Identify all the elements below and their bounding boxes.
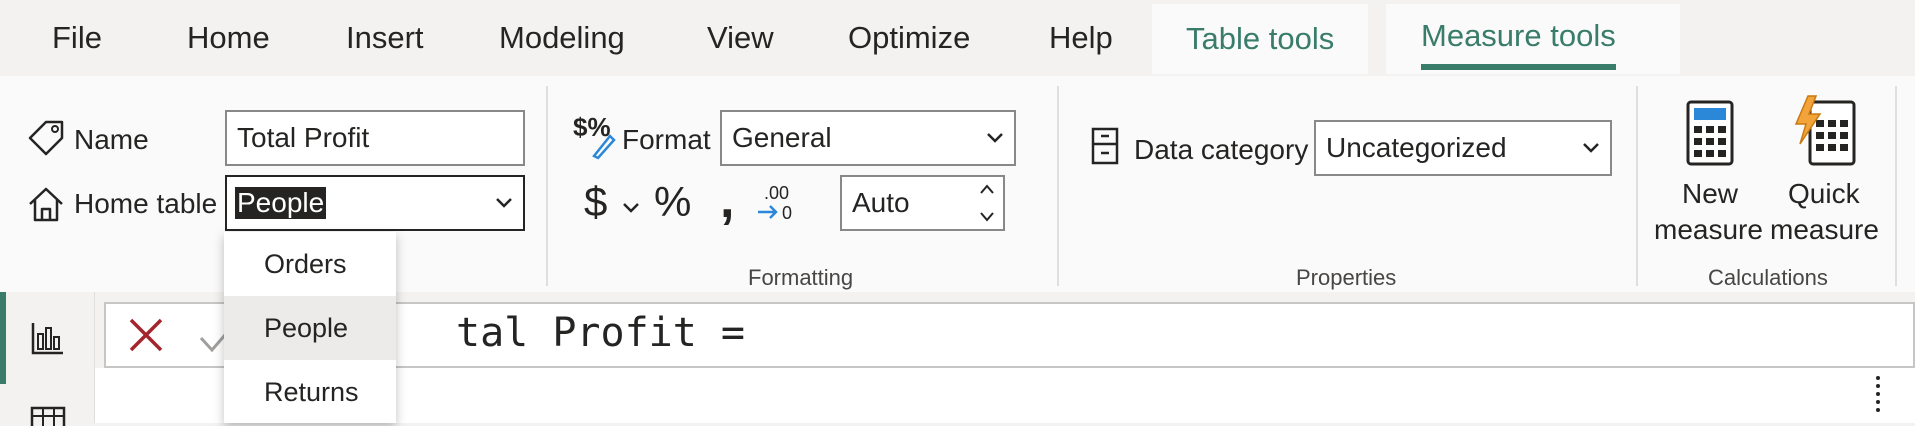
tag-icon: [28, 120, 64, 156]
ribbon-divider: [546, 86, 548, 286]
quick-measure-button[interactable]: Quick measure: [1768, 92, 1884, 262]
formatting-group-title: Formatting: [748, 265, 854, 290]
ribbon-divider: [1895, 86, 1897, 286]
tab-help[interactable]: Help: [1049, 20, 1113, 56]
home-table-select[interactable]: People: [225, 175, 525, 231]
decimal-places-stepper[interactable]: Auto: [840, 175, 1005, 231]
dropdown-option-orders[interactable]: Orders: [224, 232, 396, 296]
increase-decimal-icon[interactable]: .00 0: [756, 182, 796, 222]
quick-measure-icon: [1794, 95, 1856, 166]
name-input[interactable]: Total Profit: [225, 110, 525, 166]
name-label: Name: [74, 124, 149, 155]
svg-text:.00: .00: [764, 183, 789, 203]
format-pen-icon: [592, 134, 616, 160]
properties-group-title: Properties: [1296, 265, 1397, 290]
chevron-down-icon: [987, 133, 1003, 143]
dropdown-option-people[interactable]: People: [224, 296, 396, 360]
tab-table-tools[interactable]: Table tools: [1152, 4, 1369, 74]
home-table-value: People: [235, 187, 327, 219]
chevron-down-icon: [496, 198, 512, 208]
ribbon-divider: [1636, 86, 1638, 286]
tab-home[interactable]: Home: [187, 20, 270, 56]
active-view-indicator: [0, 292, 6, 384]
currency-button[interactable]: $: [584, 178, 607, 226]
format-value: General: [732, 122, 832, 153]
menu-bar: File Home Insert Modeling View Optimize …: [0, 0, 1915, 76]
data-category-label: Data category: [1134, 134, 1309, 165]
data-category-icon: [1091, 127, 1119, 165]
home-table-label: Home table: [74, 188, 218, 219]
format-select[interactable]: General: [720, 110, 1016, 166]
tab-optimize[interactable]: Optimize: [848, 20, 970, 56]
dropdown-option-returns[interactable]: Returns: [224, 360, 396, 424]
format-label: Format: [622, 124, 711, 155]
view-rail: [0, 292, 95, 426]
table-view-icon[interactable]: [30, 406, 66, 426]
ribbon-divider: [1057, 86, 1059, 286]
new-measure-button[interactable]: New measure: [1652, 92, 1768, 262]
quick-measure-label-1: Quick: [1788, 178, 1860, 209]
quick-measure-label-2: measure: [1770, 214, 1879, 245]
home-table-dropdown-list: Orders People Returns: [224, 232, 396, 423]
currency-chevron-down-icon[interactable]: [622, 202, 640, 214]
percent-button[interactable]: %: [654, 178, 691, 226]
tab-file[interactable]: File: [52, 20, 102, 56]
tab-modeling[interactable]: Modeling: [499, 20, 625, 56]
name-input-value: Total Profit: [237, 122, 370, 153]
calculations-group-title: Calculations: [1708, 265, 1828, 290]
data-category-value: Uncategorized: [1326, 132, 1507, 163]
svg-text:0: 0: [782, 203, 792, 222]
data-category-select[interactable]: Uncategorized: [1314, 120, 1612, 176]
home-icon: [29, 187, 63, 222]
report-view-icon[interactable]: [30, 320, 66, 356]
tab-measure-tools[interactable]: Measure tools: [1421, 8, 1616, 70]
tab-view[interactable]: View: [707, 20, 774, 56]
more-options-icon[interactable]: [1875, 374, 1881, 414]
comma-button[interactable]: ,: [720, 170, 734, 230]
new-measure-label-1: New: [1682, 178, 1739, 209]
decimal-places-value: Auto: [852, 187, 910, 218]
stepper-up-icon[interactable]: [979, 183, 995, 195]
new-measure-label-2: measure: [1654, 214, 1763, 245]
cancel-icon[interactable]: [128, 317, 164, 353]
stepper-down-icon[interactable]: [979, 211, 995, 223]
formula-input[interactable]: tal Profit =: [456, 310, 745, 356]
calculator-icon: [1686, 100, 1734, 166]
tab-insert[interactable]: Insert: [346, 20, 424, 56]
chevron-down-icon: [1583, 143, 1599, 153]
